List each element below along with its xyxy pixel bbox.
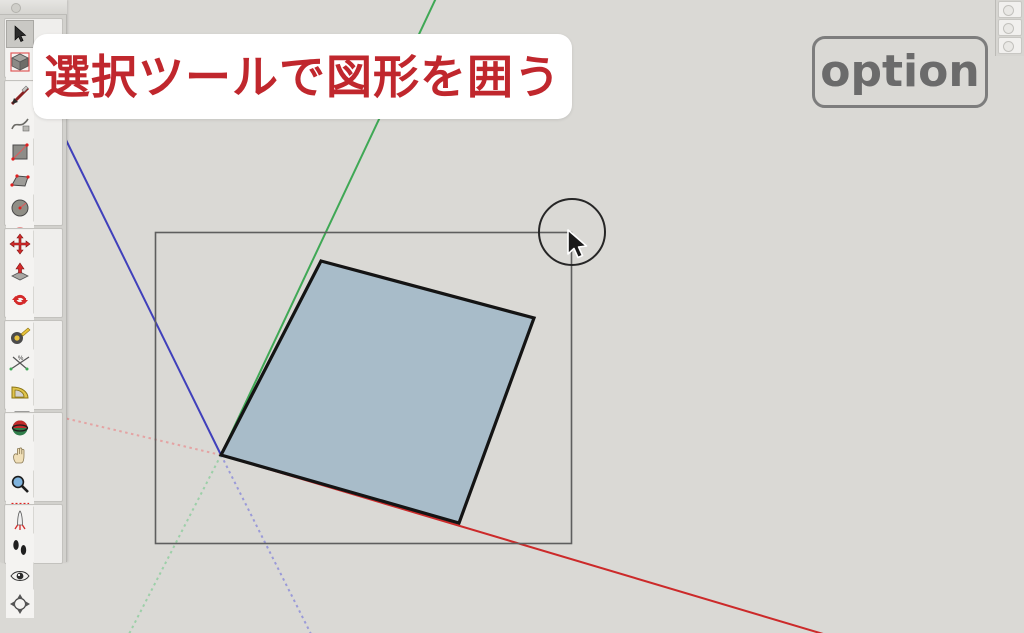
toolgroup-camera [4, 412, 63, 582]
toolbar-close-button[interactable] [11, 3, 21, 13]
toolgroup-walkthrough [4, 504, 63, 618]
tool-line[interactable] [6, 82, 34, 110]
tool-dimension[interactable]: % [6, 350, 34, 378]
panel-row[interactable] [998, 1, 1022, 18]
tool-zoom[interactable] [6, 470, 34, 498]
tool-look-around[interactable] [6, 562, 34, 590]
circle-icon [11, 199, 29, 217]
dimension-icon: % [9, 356, 30, 371]
component-cube-icon [10, 52, 30, 72]
tool-rectangle[interactable] [6, 138, 34, 166]
eye-look-around-icon [10, 571, 30, 581]
rotated-square-face[interactable] [218, 259, 537, 525]
position-camera-icon [14, 510, 26, 530]
rotated-rectangle-icon [10, 174, 30, 187]
section-plane-icon [10, 594, 30, 614]
panel-row[interactable] [998, 37, 1022, 54]
red-axis-negative [59, 416, 222, 456]
tool-push-pull[interactable] [6, 258, 34, 286]
tool-pan[interactable] [6, 442, 34, 470]
caption-text: 選択ツールで図形を囲う [44, 49, 561, 104]
panel-row-toggle-icon[interactable] [1003, 5, 1014, 16]
arrow-select-icon [14, 25, 27, 43]
push-pull-icon [11, 262, 29, 281]
tool-section-plane[interactable] [6, 590, 34, 618]
rectangle-icon [11, 143, 29, 161]
orbit-icon [11, 420, 29, 436]
panel-row-toggle-icon[interactable] [1003, 41, 1014, 52]
toolgroup-construction: % A1 [4, 320, 63, 490]
tool-rotated-rectangle[interactable] [6, 166, 34, 194]
protractor-icon [11, 386, 29, 399]
hand-pan-icon [13, 447, 25, 464]
toolbar-drag-grip[interactable] [0, 0, 67, 15]
rotate-icon [12, 294, 28, 306]
tool-rotate[interactable] [6, 286, 34, 314]
tool-move[interactable] [6, 230, 34, 258]
tape-measure-icon [11, 327, 31, 344]
panel-row[interactable] [998, 19, 1022, 36]
toolgroup-modification [4, 228, 63, 398]
freehand-icon [11, 118, 30, 132]
option-key-label: option [820, 46, 980, 97]
svg-text:%: % [18, 356, 24, 362]
pencil-line-icon [10, 85, 30, 106]
tool-tape-measure[interactable] [6, 322, 34, 350]
tool-select[interactable] [6, 20, 34, 48]
blue-axis [65, 139, 222, 456]
tool-protractor[interactable] [6, 378, 34, 406]
magnifier-zoom-icon [11, 475, 29, 493]
tool-position-camera[interactable] [6, 506, 34, 534]
move-arrows-icon [9, 233, 31, 255]
tool-circle[interactable] [6, 194, 34, 222]
tool-orbit[interactable] [6, 414, 34, 442]
option-key-badge: option [812, 36, 988, 108]
tool-make-component[interactable] [6, 48, 34, 76]
tool-freehand[interactable] [6, 110, 34, 138]
right-docked-panel[interactable] [995, 0, 1024, 56]
panel-row-toggle-icon[interactable] [1003, 23, 1014, 34]
walk-footsteps-icon [13, 540, 27, 555]
instruction-caption-banner: 選択ツールで図形を囲う [33, 34, 572, 119]
tool-walk[interactable] [6, 534, 34, 562]
